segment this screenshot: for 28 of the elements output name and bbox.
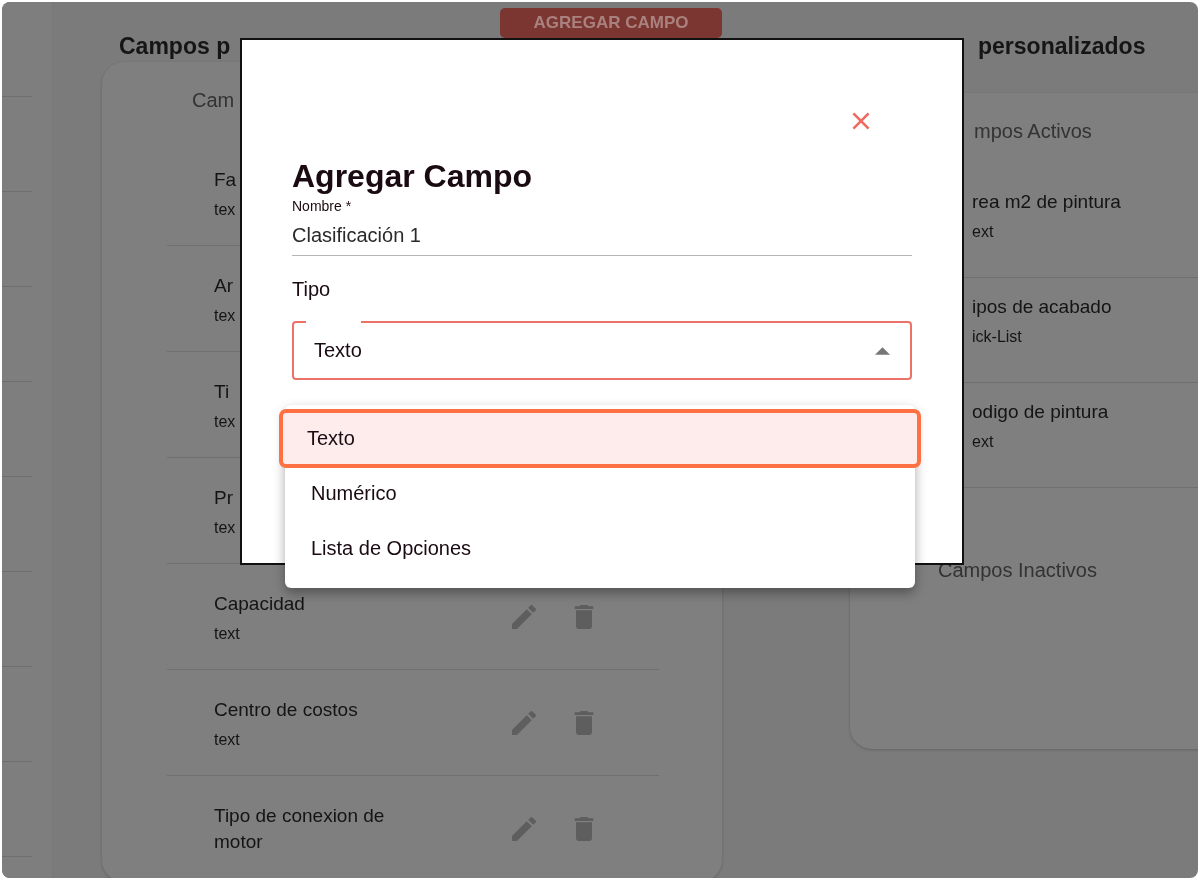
field-type: tex xyxy=(214,200,236,219)
field-type: tex xyxy=(214,306,236,325)
field-name: rea m2 de pintura xyxy=(972,190,1121,214)
field-name: Fa xyxy=(214,167,237,192)
select-value: Texto xyxy=(314,339,362,362)
field-type: ext xyxy=(972,223,994,241)
field-name: Centro de costos xyxy=(214,697,358,722)
field-type: tex xyxy=(214,518,236,537)
card-header: mpos Activos xyxy=(974,119,1092,144)
field-type: ext xyxy=(972,433,994,451)
field-type: text xyxy=(214,730,240,749)
field-name: Ar xyxy=(214,273,233,298)
field-label: Nombre * xyxy=(292,198,353,214)
card-header: Cam xyxy=(191,88,235,113)
field-name: odigo de pintura xyxy=(972,400,1109,424)
field-label: Tipo xyxy=(292,278,332,301)
card-header: Campos Inactivos xyxy=(938,558,1097,582)
field-type: tex xyxy=(214,412,236,431)
dialog-title: Agregar Campo xyxy=(292,158,534,194)
field-name: Pr xyxy=(214,485,233,510)
field-name: Capacidad xyxy=(214,591,305,616)
field-type: ick-List xyxy=(972,328,1022,346)
section-heading: personalizados xyxy=(978,32,1146,61)
field-name: ipos de acabado xyxy=(972,295,1112,319)
field-type: text xyxy=(214,624,240,643)
field-name: Ti xyxy=(214,379,230,404)
field-name: Tipo de conexion de motor xyxy=(214,803,386,854)
section-heading: Campos p xyxy=(119,32,231,61)
